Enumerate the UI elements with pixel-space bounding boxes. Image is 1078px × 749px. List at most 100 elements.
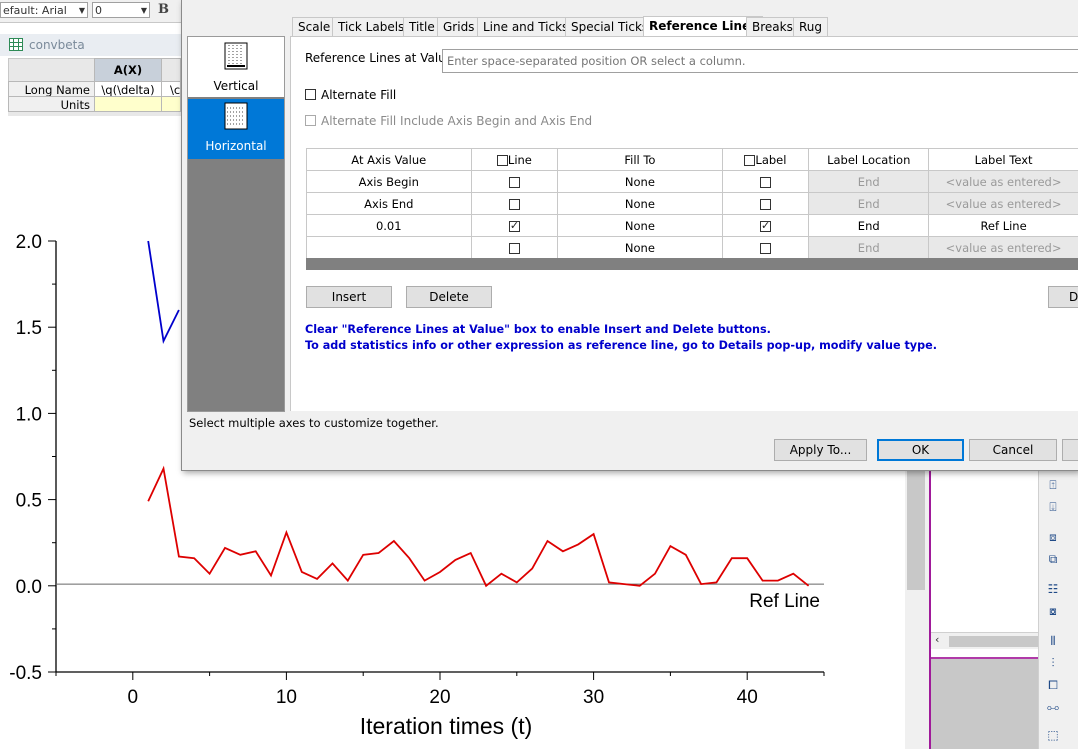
- insert-button[interactable]: Insert: [306, 286, 392, 308]
- axis-item-vertical[interactable]: Vertical: [188, 37, 284, 97]
- label-cell[interactable]: [721, 214, 810, 237]
- label-text-cell[interactable]: Ref Line: [928, 214, 1078, 237]
- cell-units-b[interactable]: [161, 96, 181, 112]
- label-text-cell[interactable]: <value as entered>: [928, 236, 1078, 259]
- tab-line-and-ticks[interactable]: Line and Ticks: [477, 17, 575, 36]
- horizontal-scrollbar[interactable]: ‹: [931, 632, 1038, 650]
- line-cell[interactable]: [470, 170, 559, 193]
- distribute-horizontal-icon[interactable]: ⧇: [1045, 604, 1061, 618]
- at-axis-value-cell[interactable]: [306, 236, 472, 259]
- label-location-cell[interactable]: End: [808, 192, 930, 215]
- tab-breaks[interactable]: Breaks: [746, 17, 799, 36]
- ok-button[interactable]: OK: [877, 439, 964, 461]
- label-location-cell[interactable]: End: [808, 214, 930, 237]
- series-line-1: [147, 465, 810, 588]
- tab-title[interactable]: Title: [403, 17, 441, 36]
- bring-front-icon[interactable]: ⧠: [1045, 678, 1061, 692]
- label-checkbox[interactable]: [759, 176, 771, 188]
- cell-long-name-a[interactable]: \q(\delta): [94, 81, 162, 97]
- column-header-a[interactable]: A(X): [94, 58, 162, 82]
- tab-special-ticks[interactable]: Special Ticks: [565, 17, 655, 36]
- bold-button[interactable]: B: [158, 2, 169, 17]
- horizontal-axis-icon: [224, 102, 248, 130]
- col-header-label-text[interactable]: Label Text: [928, 148, 1078, 171]
- alternate-fill-checkbox[interactable]: [305, 89, 316, 100]
- y-tick-label: 1.5: [16, 318, 42, 339]
- axis-item-horizontal[interactable]: Horizontal: [188, 99, 284, 159]
- at-axis-value-cell[interactable]: Axis Begin: [306, 170, 472, 193]
- fill-to-cell[interactable]: None: [557, 192, 723, 215]
- secondary-window: ‹: [931, 470, 1038, 749]
- column-header-b[interactable]: [161, 58, 181, 82]
- font-size-combo[interactable]: 0 ▼: [92, 2, 150, 18]
- corner-cell[interactable]: [8, 58, 95, 82]
- tab-tick-labels[interactable]: Tick Labels: [332, 17, 411, 36]
- send-back-icon[interactable]: ⧟: [1045, 700, 1061, 714]
- cancel-button[interactable]: Cancel: [969, 439, 1057, 461]
- label-checkbox[interactable]: [759, 219, 771, 232]
- line-checkbox[interactable]: [508, 242, 520, 254]
- align-horizontal-icon[interactable]: ⧉: [1045, 552, 1061, 566]
- chevron-left-icon[interactable]: ‹: [935, 633, 939, 646]
- delete-button[interactable]: Delete: [406, 286, 492, 308]
- fill-to-cell[interactable]: None: [557, 170, 723, 193]
- x-tick-label: 10: [276, 687, 297, 708]
- distribute-vertical-icon[interactable]: ☷: [1045, 582, 1061, 596]
- col-header-line[interactable]: Line: [470, 148, 559, 171]
- apply-to-button[interactable]: Apply To...: [774, 439, 867, 461]
- label-cell[interactable]: [721, 236, 810, 259]
- col-header-label-label: Label: [755, 152, 787, 167]
- at-axis-value-cell[interactable]: 0.01: [306, 214, 472, 237]
- at-axis-value-cell[interactable]: Axis End: [306, 192, 472, 215]
- details-button[interactable]: De: [1048, 286, 1078, 308]
- scrollbar-thumb[interactable]: [949, 636, 1038, 647]
- secondary-window-content: [931, 470, 1038, 632]
- col-header-label[interactable]: Label: [721, 148, 810, 171]
- same-width-icon[interactable]: ⫴: [1045, 634, 1061, 648]
- tab-scale[interactable]: Scale: [292, 17, 337, 36]
- label-checkbox[interactable]: [759, 198, 771, 210]
- align-vertical-center-icon[interactable]: ⧈: [1045, 530, 1061, 544]
- tab-grids[interactable]: Grids: [437, 17, 481, 36]
- line-checkbox[interactable]: [508, 198, 520, 210]
- col-header-fill-to[interactable]: Fill To: [557, 148, 723, 171]
- line-checkbox[interactable]: [508, 219, 520, 232]
- line-cell[interactable]: [470, 192, 559, 215]
- table-row: 0.01 None End Ref Line: [306, 214, 1078, 237]
- plot-details-dialog: Vertical Horizontal Scale Tick Labels Ti…: [181, 0, 1078, 471]
- col-header-label-location[interactable]: Label Location: [808, 148, 930, 171]
- same-height-icon[interactable]: ⫶: [1045, 656, 1061, 670]
- alternate-fill-include-checkbox[interactable]: [305, 115, 316, 126]
- label-cell[interactable]: [721, 192, 810, 215]
- line-header-checkbox[interactable]: [496, 154, 508, 166]
- fill-to-cell[interactable]: None: [557, 236, 723, 259]
- fill-to-cell[interactable]: None: [557, 214, 723, 237]
- line-cell[interactable]: [470, 236, 559, 259]
- line-checkbox[interactable]: [508, 176, 520, 188]
- x-tick-label: 0: [128, 687, 139, 708]
- font-name-combo[interactable]: efault: Arial ▼: [0, 2, 88, 18]
- table-row: None End <value as entered>: [306, 236, 1078, 259]
- tab-rug[interactable]: Rug: [793, 17, 829, 36]
- label-text-cell[interactable]: <value as entered>: [928, 170, 1078, 193]
- ref-value-input[interactable]: [442, 49, 1078, 73]
- line-cell[interactable]: [470, 214, 559, 237]
- worksheet-titlebar[interactable]: convbeta: [0, 34, 181, 56]
- col-header-at-axis-value[interactable]: At Axis Value: [306, 148, 472, 171]
- label-checkbox[interactable]: [759, 242, 771, 254]
- label-header-checkbox[interactable]: [744, 154, 756, 166]
- label-text-cell[interactable]: <value as entered>: [928, 192, 1078, 215]
- label-location-cell[interactable]: End: [808, 236, 930, 259]
- cell-long-name-b[interactable]: \c: [161, 81, 181, 97]
- align-bottom-icon[interactable]: ⍗: [1045, 500, 1061, 514]
- vertical-scrollbar[interactable]: [905, 470, 929, 749]
- group-icon[interactable]: ⬚: [1045, 728, 1061, 742]
- axis-item-label: Horizontal: [205, 139, 267, 153]
- align-top-icon[interactable]: ⍐: [1045, 478, 1061, 492]
- label-cell[interactable]: [721, 170, 810, 193]
- label-location-cell[interactable]: End: [808, 170, 930, 193]
- y-tick-label: 1.0: [16, 404, 42, 425]
- cell-units-a[interactable]: [94, 96, 162, 112]
- help-button[interactable]: [1062, 439, 1078, 461]
- scrollbar-thumb[interactable]: [907, 470, 925, 590]
